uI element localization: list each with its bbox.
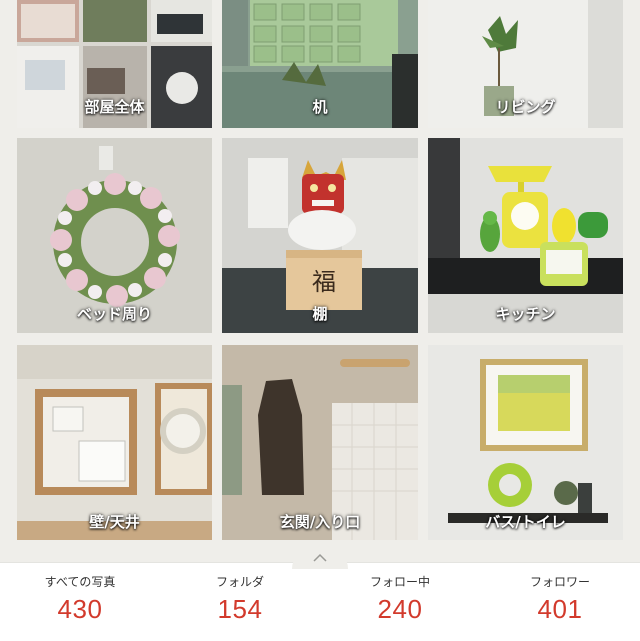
- folder-label: 部屋全体: [84, 98, 145, 116]
- folder-label: 玄関/入り口: [279, 513, 361, 531]
- folder-tile-wall[interactable]: 壁/天井: [17, 345, 212, 540]
- stat-all-photos[interactable]: すべての写真 430: [0, 563, 160, 641]
- stat-value: 154: [217, 594, 263, 624]
- stat-value: 430: [57, 594, 103, 624]
- folder-tile-living[interactable]: リビング: [428, 0, 623, 128]
- stat-value: 240: [377, 594, 423, 624]
- folder-label: 壁/天井: [89, 513, 140, 531]
- folder-tile-bedside[interactable]: ベッド周り: [17, 138, 212, 333]
- svg-text:福: 福: [312, 268, 336, 296]
- stat-value: 401: [537, 594, 583, 624]
- folder-label: リビング: [495, 98, 556, 116]
- profile-stats-bar: すべての写真 430 フォルダ 154 フォロー中 240 フォロワー 401: [0, 562, 640, 641]
- stat-label: フォロワー: [529, 575, 590, 589]
- stat-folders[interactable]: フォルダ 154: [160, 563, 320, 641]
- stat-following[interactable]: フォロー中 240: [320, 563, 480, 641]
- folder-tile-desk[interactable]: 机: [222, 0, 418, 128]
- chevron-up-icon: [312, 550, 328, 566]
- stat-label: フォルダ: [215, 575, 264, 589]
- folder-label: バス/トイレ: [485, 513, 566, 531]
- stat-label: フォロー中: [369, 575, 430, 589]
- folder-tile-room[interactable]: 部屋全体: [17, 0, 212, 128]
- folder-tile-kitchen[interactable]: キッチン: [428, 138, 623, 333]
- folder-label: キッチン: [495, 305, 556, 323]
- folder-tile-bath[interactable]: バス/トイレ: [428, 345, 623, 540]
- folder-label: ベッド周り: [76, 305, 152, 323]
- folder-label: 棚: [312, 305, 328, 323]
- stat-label: すべての写真: [44, 575, 116, 589]
- folder-tile-shelf[interactable]: 福 棚: [222, 138, 418, 333]
- folder-label: 机: [312, 98, 328, 116]
- stat-followers[interactable]: フォロワー 401: [480, 563, 640, 641]
- folder-tile-entrance[interactable]: 玄関/入り口: [222, 345, 418, 540]
- folder-grid: 部屋全体 机 リビング ベッド周り 福 棚 キッチン 壁/天井 玄関/入り口 バ…: [0, 0, 640, 560]
